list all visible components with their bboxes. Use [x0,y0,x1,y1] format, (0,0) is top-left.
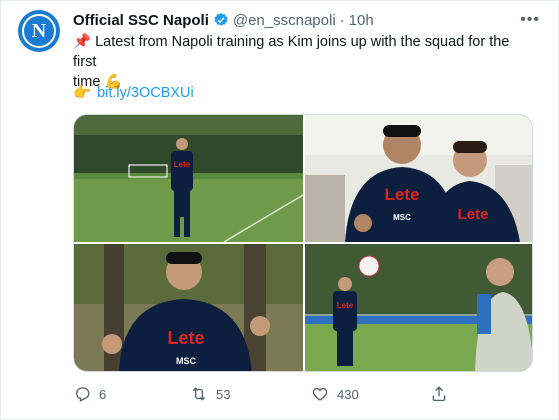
napoli-logo: N [22,14,56,48]
photo-two-players[interactable]: Lete MSC Lete [305,115,532,242]
avatar[interactable]: N [18,10,60,52]
heart-icon [312,387,328,401]
photo-heading-drill[interactable]: Lete [305,244,532,371]
kit-sponsor-2-text: MSC [393,213,411,222]
tweet-actions: 6 53 430 [73,385,453,405]
tweet-card[interactable]: N Official SSC Napoli @en_sscnapoli · 10… [0,0,559,420]
reply-icon [76,387,90,402]
separator-dot: · [339,11,345,29]
retweet-count: 53 [216,386,231,402]
photo-training-pitch[interactable]: Lete [74,115,303,242]
retweet-icon [192,387,206,401]
kit-sponsor-2-text: MSC [176,356,197,366]
reply-count: 6 [99,386,107,402]
tweet-header: Official SSC Napoli @en_sscnapoli · 10h [73,10,374,30]
photo-kim-thumbs-up[interactable]: Lete MSC [74,244,303,371]
more-options-icon[interactable]: ••• [520,11,540,29]
point-emoji: 👉 [73,85,92,101]
like-button[interactable]: 430 [311,385,359,403]
kit-sponsor-text: Lete [174,160,191,169]
tweet-text: 📌 Latest from Napoli training as Kim joi… [73,32,531,92]
account-name[interactable]: Official SSC Napoli [73,12,209,29]
verified-badge-icon [214,13,228,26]
kit-sponsor-text: Lete [167,328,204,348]
reply-button[interactable]: 6 [73,385,106,403]
kit-sponsor-text: Lete [337,301,354,310]
like-count: 430 [337,386,359,402]
media-grid: Lete Lete MSC Lete Lete MSC Lete [73,114,533,372]
retweet-button[interactable]: 53 [190,385,230,403]
kit-sponsor-text: Lete [458,206,489,223]
tweet-link[interactable]: bit.ly/3OCBXUi [97,85,194,101]
tweet-text-line-1: Latest from Napoli training as Kim joins… [73,34,510,70]
share-button[interactable] [430,385,456,403]
account-handle[interactable]: @en_sscnapoli [233,12,336,29]
link-line: 👉 bit.ly/3OCBXUi [73,84,194,102]
tweet-time[interactable]: 10h [349,12,374,29]
kit-sponsor-text: Lete [385,185,420,204]
share-icon [432,386,446,402]
pin-emoji: 📌 [73,34,92,50]
